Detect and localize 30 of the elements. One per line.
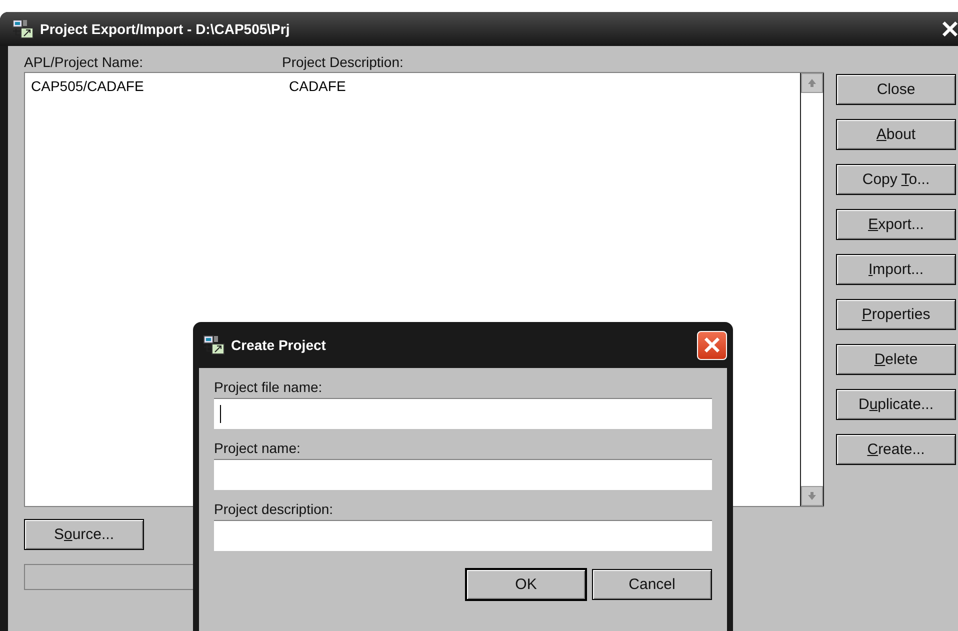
close-icon[interactable] (942, 21, 958, 37)
source-button[interactable]: Source... (24, 519, 144, 550)
side-button[interactable]: Duplicate... (836, 389, 956, 420)
side-button[interactable]: Properties (836, 299, 956, 330)
cancel-button[interactable]: Cancel (592, 569, 712, 600)
field-label: Project file name: (214, 378, 324, 397)
side-button[interactable]: About (836, 119, 956, 150)
field-label: Project name: (214, 439, 302, 458)
ok-button[interactable]: OK (466, 569, 586, 600)
window-title: Project Export/Import - D:\CAP505\Prj (40, 21, 291, 37)
input-field[interactable] (214, 398, 712, 429)
side-button[interactable]: Delete (836, 344, 956, 375)
list-cell-text: CAP505/CADAFE (31, 78, 145, 94)
input-field[interactable] (214, 459, 712, 490)
network-computer-icon (203, 335, 225, 355)
side-button[interactable]: Close (836, 74, 956, 105)
network-computer-icon (12, 19, 34, 39)
dialog-title: Create Project (231, 337, 327, 353)
column-header: APL/Project Name: (24, 54, 144, 70)
scroll-up-arrow-icon[interactable] (807, 78, 817, 88)
side-button[interactable]: Copy To... (836, 164, 956, 195)
column-header: Project Description: (282, 54, 404, 70)
input-field[interactable] (214, 520, 712, 551)
dialog-close-button[interactable] (697, 330, 727, 360)
side-button[interactable]: Export... (836, 209, 956, 240)
list-cell-text: CADAFE (289, 78, 347, 94)
scroll-down-arrow-icon[interactable] (807, 491, 817, 501)
side-button[interactable]: Create... (836, 434, 956, 465)
side-button[interactable]: Import... (836, 254, 956, 285)
scroll-bar[interactable] (800, 73, 824, 506)
